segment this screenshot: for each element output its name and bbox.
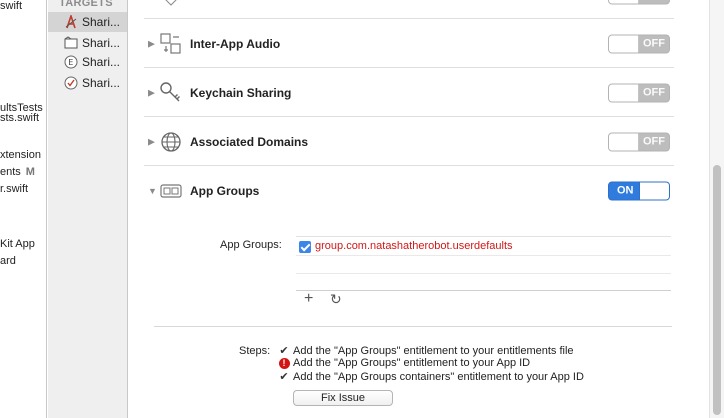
inter-app-audio-icon: [159, 32, 183, 56]
keychain-sharing-toggle[interactable]: OFF: [608, 83, 670, 102]
inter-app-audio-toggle[interactable]: OFF: [608, 34, 670, 53]
fix-issue-button[interactable]: Fix Issue: [293, 390, 393, 406]
associated-domains-toggle[interactable]: OFF: [608, 132, 670, 151]
key-icon: [159, 81, 183, 105]
capability-toggle-partial[interactable]: [608, 0, 670, 4]
steps-label: Steps:: [239, 345, 271, 357]
nav-file-item[interactable]: ard: [0, 255, 16, 267]
tests-target-icon: [64, 76, 78, 90]
refresh-icon[interactable]: ↻: [330, 291, 342, 308]
capability-icon: [159, 0, 183, 7]
capability-row-keychain-sharing: ▶ Keychain Sharing OFF: [144, 69, 674, 117]
nav-file-item[interactable]: swift: [0, 0, 22, 12]
app-group-identifier[interactable]: group.com.natashatherobot.userdefaults: [315, 240, 513, 252]
nav-file-item[interactable]: ents M: [0, 166, 35, 178]
nav-file-item[interactable]: r.swift: [0, 183, 28, 195]
section-divider: [154, 326, 672, 327]
target-item-folder[interactable]: Shari...: [48, 33, 127, 53]
svg-text:E: E: [68, 58, 73, 67]
disclosure-triangle-expanded-icon[interactable]: ▼: [148, 186, 157, 196]
target-item-extension[interactable]: E Shari...: [48, 52, 127, 72]
nav-file-item[interactable]: Kit App: [0, 238, 35, 250]
checkmark-icon: ✔: [279, 345, 289, 357]
capability-row-associated-domains: ▶ Associated Domains OFF: [144, 118, 674, 166]
app-groups-icon: [159, 179, 183, 203]
extension-target-icon: E: [64, 55, 78, 69]
error-icon: !: [277, 357, 291, 369]
step-item: ✔ Add the "App Groups" entitlement to yo…: [277, 344, 573, 358]
app-groups-list: group.com.natashatherobot.userdefaults: [296, 236, 671, 290]
nav-file-item[interactable]: xtension: [0, 149, 41, 161]
target-item-app[interactable]: Shari...: [48, 12, 127, 32]
add-group-button[interactable]: +: [304, 290, 313, 308]
app-groups-label: App Groups:: [220, 239, 282, 251]
capability-title: App Groups: [190, 184, 260, 198]
nav-file-item[interactable]: sts.swift: [0, 112, 39, 124]
disclosure-triangle-icon[interactable]: ▶: [148, 136, 155, 147]
capability-title: Inter-App Audio: [190, 36, 281, 51]
app-groups-list-bottom-border: [296, 290, 671, 291]
step-item: ! Add the "App Groups" entitlement to yo…: [277, 357, 530, 369]
vertical-scrollbar[interactable]: [709, 0, 724, 418]
capability-title: Keychain Sharing: [190, 85, 292, 100]
scrollbar-thumb[interactable]: [713, 165, 721, 415]
capability-row-app-groups: ▼ App Groups ON: [144, 167, 674, 215]
disclosure-triangle-icon[interactable]: ▶: [148, 87, 155, 98]
capability-row-inter-app-audio: ▶ Inter-App Audio OFF: [144, 20, 674, 68]
checkmark-icon: ✔: [279, 371, 289, 383]
folder-target-icon: [64, 36, 78, 50]
app-groups-toggle[interactable]: ON: [608, 181, 670, 201]
globe-icon: [159, 130, 183, 154]
app-target-icon: [64, 15, 78, 29]
project-navigator: swift ultsTests sts.swift xtension ents M…: [0, 0, 47, 418]
step-item: ✔ Add the "App Groups containers" entitl…: [277, 370, 584, 384]
app-group-checkbox[interactable]: [299, 241, 311, 253]
disclosure-triangle-icon[interactable]: ▶: [148, 38, 155, 49]
capabilities-pane: ▶ Inter-App Audio OFF ▶ Keychain Sharing…: [129, 0, 709, 418]
targets-list: TARGETS Shari... Shari... E Shari... Sha…: [48, 0, 128, 418]
target-item-tests[interactable]: Shari...: [48, 73, 127, 93]
modified-badge: M: [25, 166, 35, 178]
capability-row-partial: [144, 0, 674, 19]
capability-title: Associated Domains: [190, 134, 309, 149]
targets-header: TARGETS: [59, 0, 113, 9]
